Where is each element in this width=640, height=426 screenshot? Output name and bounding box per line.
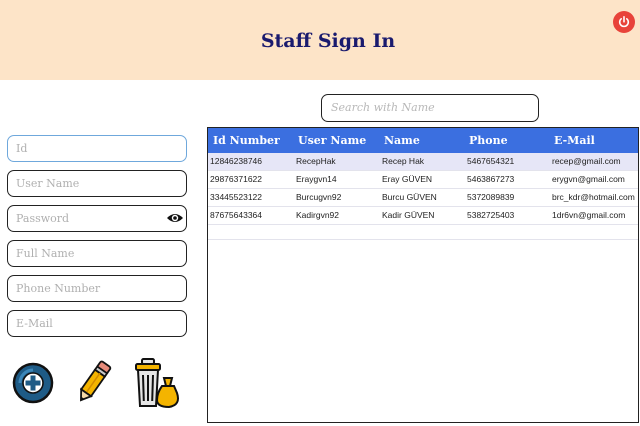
cell-username: Burcugvn92 — [296, 192, 342, 202]
cell-id: 12846238746 — [210, 156, 263, 166]
column-header-phone[interactable]: Phone — [469, 134, 508, 147]
table-row[interactable]: 29876371622 Eraygvn14 Eray GÜVEN 5463867… — [208, 171, 638, 189]
search-placeholder: Search with Name — [331, 101, 435, 114]
phone-placeholder: Phone Number — [16, 282, 101, 295]
cell-email: brc_kdr@hotmail.com — [552, 192, 635, 202]
cell-phone: 5467654321 — [467, 156, 515, 166]
fullname-field[interactable]: Full Name — [7, 240, 187, 267]
cell-id: 29876371622 — [210, 174, 263, 184]
cell-name: Burcu GÜVEN — [382, 192, 437, 202]
phone-field[interactable]: Phone Number — [7, 275, 187, 302]
cell-id: 87675643364 — [210, 210, 263, 220]
empty-table-row — [208, 225, 638, 240]
page-title: Staff Sign In — [260, 30, 396, 52]
cell-username: RecepHak — [296, 156, 336, 166]
cell-phone: 5382725403 — [467, 210, 515, 220]
column-header-username[interactable]: User Name — [298, 134, 366, 147]
cell-phone: 5372089839 — [467, 192, 515, 202]
cell-email: erygvn@gmail.com — [552, 174, 625, 184]
column-header-id[interactable]: Id Number — [213, 134, 280, 147]
username-placeholder: User Name — [16, 177, 80, 190]
table-row[interactable]: 12846238746 RecepHak Recep Hak 546765432… — [208, 153, 638, 171]
email-placeholder: E-Mail — [16, 317, 53, 330]
staff-table: Id Number User Name Name Phone E-Mail 12… — [207, 127, 639, 423]
trash-icon[interactable] — [133, 356, 183, 410]
cell-name: Recep Hak — [382, 156, 425, 166]
column-header-name[interactable]: Name — [384, 134, 420, 147]
pencil-icon[interactable] — [70, 358, 116, 408]
cell-username: Kadirgvn92 — [296, 210, 340, 220]
table-header: Id Number User Name Name Phone E-Mail — [208, 128, 638, 153]
id-placeholder: Id — [16, 142, 28, 155]
password-field[interactable]: Password — [7, 205, 187, 232]
add-icon[interactable] — [11, 361, 55, 405]
cell-email: 1dr6vn@gmail.com — [552, 210, 626, 220]
id-field[interactable]: Id — [7, 135, 187, 162]
username-field[interactable]: User Name — [7, 170, 187, 197]
cell-phone: 5463867273 — [467, 174, 515, 184]
email-field[interactable]: E-Mail — [7, 310, 187, 337]
table-row[interactable]: 33445523122 Burcugvn92 Burcu GÜVEN 53720… — [208, 189, 638, 207]
fullname-placeholder: Full Name — [16, 247, 75, 260]
cell-username: Eraygvn14 — [296, 174, 337, 184]
column-header-email[interactable]: E-Mail — [554, 134, 595, 147]
cell-name: Kadir GÜVEN — [382, 210, 435, 220]
table-row[interactable]: 87675643364 Kadirgvn92 Kadir GÜVEN 53827… — [208, 207, 638, 225]
search-input[interactable]: Search with Name — [321, 94, 539, 122]
cell-name: Eray GÜVEN — [382, 174, 433, 184]
cell-email: recep@gmail.com — [552, 156, 621, 166]
header-bar: Staff Sign In — [0, 0, 640, 80]
password-placeholder: Password — [16, 212, 70, 225]
power-button[interactable] — [613, 11, 635, 33]
cell-id: 33445523122 — [210, 192, 263, 202]
eye-icon[interactable] — [166, 211, 184, 225]
power-icon — [618, 15, 630, 28]
